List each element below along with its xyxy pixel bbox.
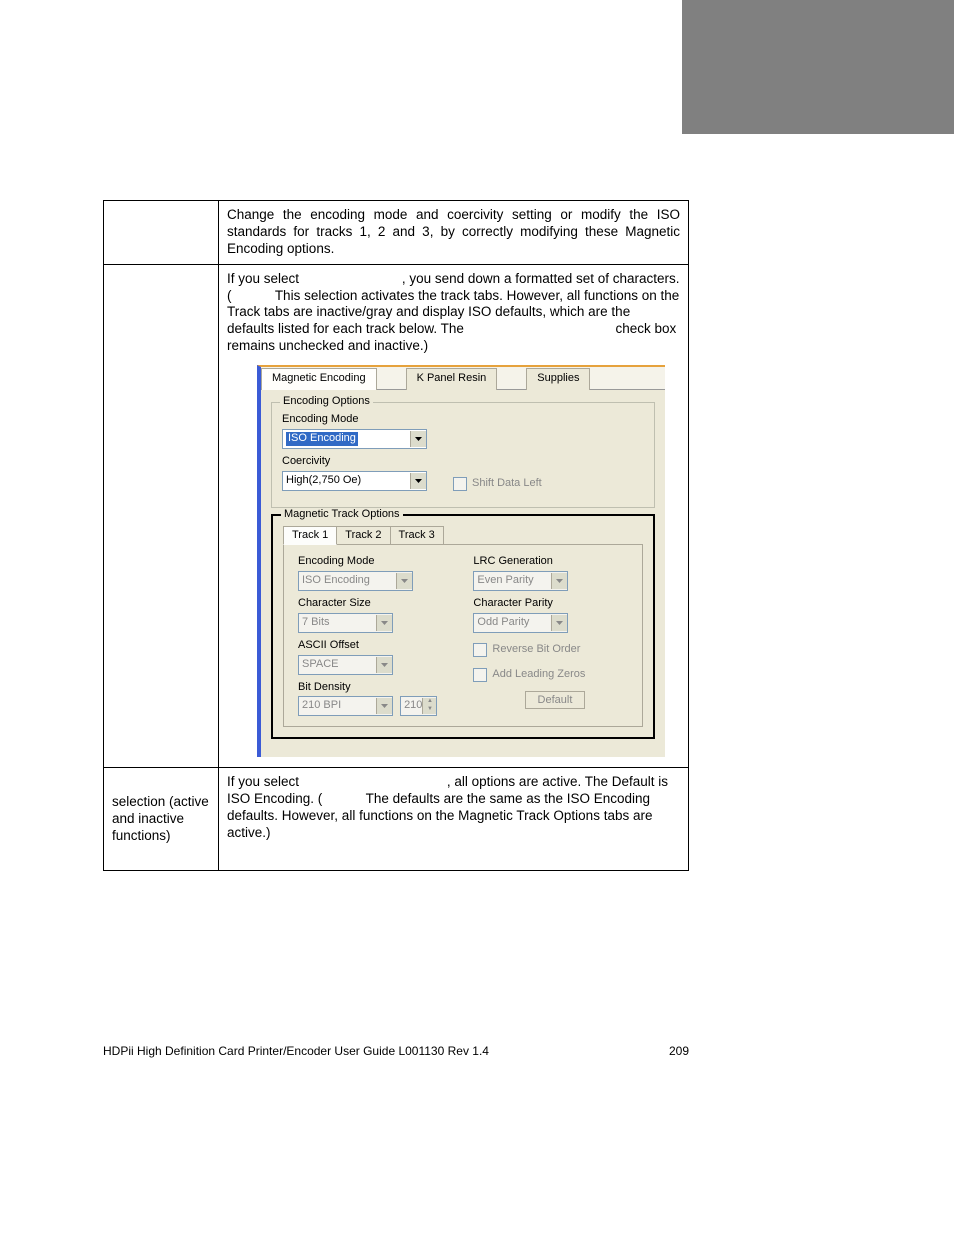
page-content: Change the encoding mode and coercivity … (103, 200, 689, 871)
track-encoding-mode-label: Encoding Mode (298, 555, 437, 569)
encoding-options-group: Encoding Options Encoding Mode ISO Encod… (271, 402, 655, 508)
track-2-label: Track 2 (345, 529, 381, 541)
coercivity-field: Coercivity High(2,750 Oe) (282, 455, 427, 491)
char-size-select: 7 Bits (298, 613, 393, 633)
track-encoding-mode-select: ISO Encoding (298, 571, 413, 591)
encoding-descriptions-table: Change the encoding mode and coercivity … (103, 200, 689, 871)
ascii-offset-select: SPACE (298, 655, 393, 675)
row3-right-cell: If you select XXXXXXXXXXXXXXXX, all opti… (219, 768, 689, 871)
tab-kpanel-label: K Panel Resin (417, 372, 487, 384)
row1-right-cell: Change the encoding mode and coercivity … (219, 201, 689, 265)
track-encoding-mode-value: ISO Encoding (302, 574, 370, 588)
row2-blank-3: XXXXXXXXXXXXXXXX (468, 321, 612, 336)
track-3-label: Track 3 (399, 529, 435, 541)
row3-blank-1: XXXXXXXXXXXXXXXX (303, 774, 447, 789)
lrc-generation-value: Even Parity (477, 574, 533, 588)
default-button[interactable]: Default (525, 691, 586, 709)
magnetic-track-legend: Magnetic Track Options (281, 508, 403, 522)
lrc-generation-label: LRC Generation (473, 555, 585, 569)
page-footer: HDPii High Definition Card Printer/Encod… (103, 1044, 689, 1058)
ascii-offset-label: ASCII Offset (298, 639, 437, 653)
track-1-tab[interactable]: Track 1 (283, 526, 337, 546)
shift-data-left-label: Shift Data Left (472, 477, 542, 491)
encoding-options-legend: Encoding Options (280, 395, 373, 409)
track-1-label: Track 1 (292, 529, 328, 541)
dropdown-arrow-icon (376, 698, 392, 714)
bit-density-value: 210 BPI (302, 699, 341, 713)
row2-blank-2: XXXX (235, 288, 271, 303)
magnetic-track-options-group: Magnetic Track Options Track 1 Track 2 T… (271, 514, 655, 740)
row3-left-text: selection (active and inactive functions… (112, 794, 209, 843)
top-gray-bar (682, 0, 954, 134)
track-right-column: LRC Generation Even Parity Character Par… (473, 555, 585, 716)
add-leading-zeros-label: Add Leading Zeros (492, 668, 585, 682)
encoding-mode-value: ISO Encoding (286, 432, 358, 446)
row2-paragraph: If you select XXXXXXXXXXX, you send down… (227, 271, 680, 355)
row1-left-cell (104, 201, 219, 265)
char-parity-select: Odd Parity (473, 613, 568, 633)
tab-supplies-label: Supplies (537, 372, 579, 384)
bit-density-num: 210 (404, 699, 422, 713)
spinner-up-icon: ▲ (422, 698, 436, 706)
encoding-mode-label: Encoding Mode (282, 413, 644, 427)
char-parity-label: Character Parity (473, 597, 585, 611)
reverse-bit-label: Reverse Bit Order (492, 643, 580, 657)
dropdown-arrow-icon (376, 615, 392, 631)
row2-text-c: This selection activates the track tabs.… (227, 288, 679, 337)
dropdown-arrow-icon (410, 431, 426, 447)
dialog-top-tabs: Magnetic Encoding K Panel Resin Supplies (261, 367, 665, 390)
track-left-column: Encoding Mode ISO Encoding Character Siz… (298, 555, 437, 716)
track-subpane: Encoding Mode ISO Encoding Character Siz… (283, 544, 643, 727)
dropdown-arrow-icon (410, 473, 426, 489)
lrc-generation-select: Even Parity (473, 571, 568, 591)
row2-blank-1: XXXXXXXXXXX (303, 271, 402, 286)
dropdown-arrow-icon (551, 615, 567, 631)
bit-density-spinner: 210 ▲▼ (400, 696, 437, 716)
tab-magnetic-encoding[interactable]: Magnetic Encoding (261, 368, 377, 390)
row3-text-a: If you select (227, 774, 299, 789)
add-leading-zeros-checkbox: Add Leading Zeros (473, 668, 585, 682)
row1-text: Change the encoding mode and coercivity … (227, 207, 680, 256)
encoding-mode-select[interactable]: ISO Encoding (282, 429, 427, 449)
row2-right-cell: If you select XXXXXXXXXXX, you send down… (219, 264, 689, 768)
char-parity-value: Odd Parity (477, 616, 529, 630)
encoding-mode-field: Encoding Mode ISO Encoding (282, 413, 644, 449)
ascii-offset-value: SPACE (302, 658, 338, 672)
track-3-tab[interactable]: Track 3 (390, 526, 444, 546)
dropdown-arrow-icon (551, 573, 567, 589)
coercivity-value: High(2,750 Oe) (286, 474, 361, 488)
shift-data-left-checkbox: Shift Data Left (453, 477, 542, 491)
char-size-value: 7 Bits (302, 616, 330, 630)
dropdown-arrow-icon (396, 573, 412, 589)
tab-magnetic-label: Magnetic Encoding (272, 372, 366, 384)
checkbox-box-icon (473, 643, 487, 657)
row2-text-a: If you select (227, 271, 299, 286)
tab-supplies[interactable]: Supplies (526, 368, 590, 390)
default-button-label: Default (538, 694, 573, 706)
footer-left-text: HDPii High Definition Card Printer/Encod… (103, 1044, 489, 1058)
coercivity-select[interactable]: High(2,750 Oe) (282, 471, 427, 491)
dropdown-arrow-icon (376, 657, 392, 673)
tab-k-panel-resin[interactable]: K Panel Resin (406, 368, 498, 390)
checkbox-box-icon (473, 668, 487, 682)
magnetic-encoding-dialog: Magnetic Encoding K Panel Resin Supplies… (257, 365, 665, 757)
row2-left-cell (104, 264, 219, 768)
page-number: 209 (669, 1044, 689, 1058)
spinner-buttons: ▲▼ (422, 698, 436, 714)
track-2-tab[interactable]: Track 2 (336, 526, 390, 546)
bit-density-select: 210 BPI (298, 696, 393, 716)
reverse-bit-order-checkbox: Reverse Bit Order (473, 643, 580, 657)
track-subtabs: Track 1 Track 2 Track 3 (283, 526, 643, 546)
checkbox-box-icon (453, 477, 467, 491)
spinner-down-icon: ▼ (422, 706, 436, 714)
char-size-label: Character Size (298, 597, 437, 611)
row3-blank-2: XXXX (326, 791, 362, 806)
bit-density-label: Bit Density (298, 681, 437, 695)
dialog-pane: Encoding Options Encoding Mode ISO Encod… (261, 390, 665, 757)
row3-left-cell: selection (active and inactive functions… (104, 768, 219, 871)
coercivity-label: Coercivity (282, 455, 427, 469)
